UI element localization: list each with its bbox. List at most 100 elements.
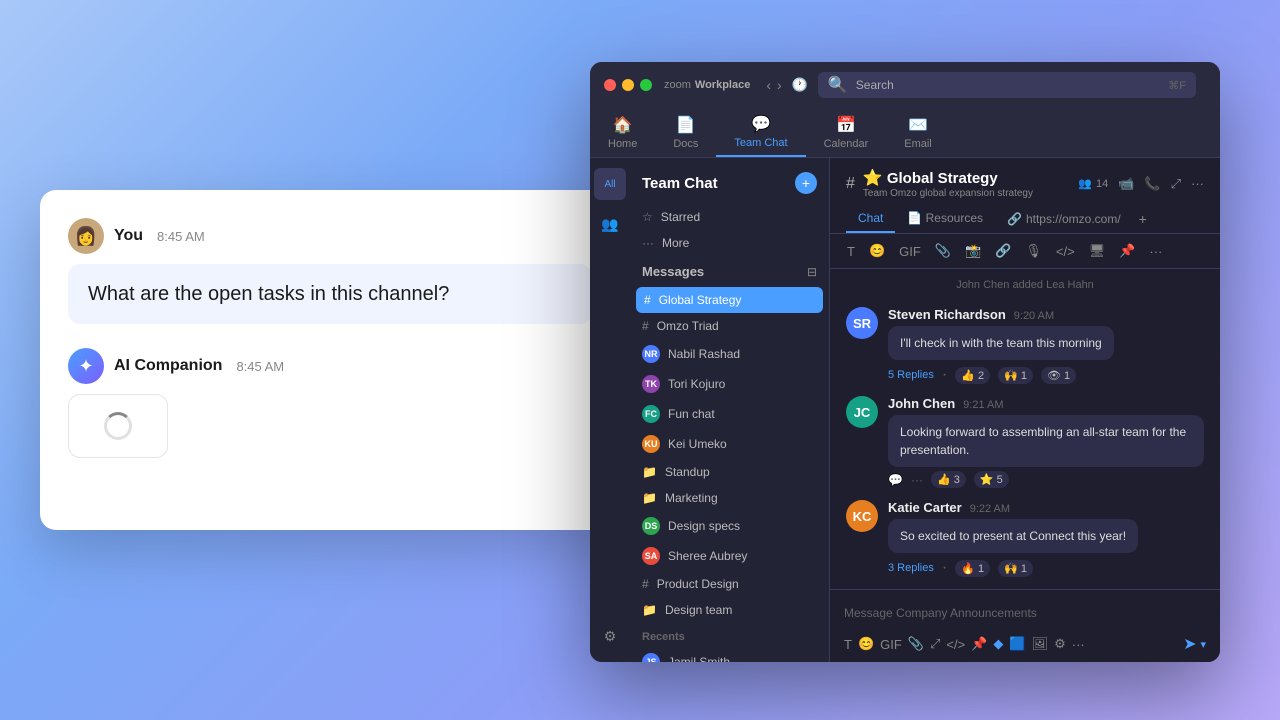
gif-icon[interactable]: GIF	[896, 241, 924, 262]
back-arrow[interactable]: ‹	[766, 77, 771, 93]
channel-item-standup[interactable]: 📁 Standup	[630, 459, 829, 485]
input-code-icon[interactable]: </>	[946, 637, 965, 652]
channel-list-scroll[interactable]: # Global Strategy # Omzo Triad NR Nabil …	[630, 287, 829, 662]
link2-icon[interactable]: 🔗	[992, 240, 1014, 262]
tab-chat[interactable]: Chat	[846, 205, 895, 233]
reaction-fire[interactable]: 👍 3	[931, 471, 966, 488]
input-gear-icon[interactable]: ⚙	[1054, 636, 1066, 652]
nav-email[interactable]: ✉️ Email	[886, 108, 950, 157]
text-format-icon[interactable]: T	[844, 241, 858, 262]
input-img-icon[interactable]: 🖼	[1032, 636, 1049, 652]
replies-katie[interactable]: 3 Replies	[888, 562, 934, 574]
tab-resources[interactable]: 📄 Resources	[895, 205, 995, 233]
channel-label: Design specs	[668, 519, 740, 533]
msg-time-john: 9:21 AM	[963, 399, 1003, 411]
reaction-star[interactable]: ⭐ 5	[974, 471, 1009, 488]
nav-calendar[interactable]: 📅 Calendar	[806, 108, 887, 157]
chat-input-placeholder[interactable]: Message Company Announcements	[844, 598, 1206, 628]
channel-starred[interactable]: ☆ Starred	[630, 204, 829, 230]
input-expand-icon[interactable]: ⤢	[930, 636, 940, 652]
channel-item-global-strategy[interactable]: # Global Strategy	[636, 287, 823, 313]
add-channel-button[interactable]: +	[795, 172, 817, 194]
attachment-icon[interactable]: 📎	[932, 240, 954, 262]
reaction-clap[interactable]: 🙌 1	[998, 367, 1033, 384]
reaction-clap-katie[interactable]: 🙌 1	[998, 560, 1033, 577]
channel-label: Product Design	[657, 577, 739, 591]
channel-item-nabil-rashad[interactable]: NR Nabil Rashad	[630, 339, 829, 369]
channel-item-omzo-triad[interactable]: # Omzo Triad	[630, 313, 829, 339]
channel-item-design-specs[interactable]: DS Design specs	[630, 511, 829, 541]
channel-more[interactable]: ··· More	[630, 230, 829, 256]
channel-item-jamil-smith[interactable]: JS Jamil Smith	[630, 647, 829, 662]
message-group-katie: KC Katie Carter 9:22 AM So excited to pr…	[846, 500, 1204, 577]
chat-header-actions: 👥 14 📹 📞 ⤢ ···	[1078, 176, 1204, 192]
filter-icon[interactable]: ⊟	[807, 265, 817, 279]
sidebar-all-icon[interactable]: All	[594, 168, 626, 200]
team-chat-icon: 💬	[751, 114, 771, 134]
add-tab-button[interactable]: +	[1133, 211, 1153, 227]
reaction-eye[interactable]: 👁 1	[1041, 367, 1076, 384]
more-options-icon[interactable]: ···	[1191, 176, 1204, 191]
input-app-icon[interactable]: 🟦	[1009, 636, 1025, 652]
history-icon[interactable]: 🕐	[792, 77, 808, 93]
messages-area[interactable]: SR Steven Richardson 9:20 AM I'll check …	[830, 297, 1220, 589]
input-blue-icon[interactable]: ◆	[993, 636, 1003, 652]
system-message: John Chen added Lea Hahn	[830, 269, 1220, 297]
action-more[interactable]: ···	[911, 473, 923, 487]
screenshot-icon[interactable]: 📸	[962, 240, 984, 262]
ai-companion-icon: ✦	[68, 348, 104, 384]
channel-label: Global Strategy	[659, 293, 742, 307]
screen-icon[interactable]: 🖥	[1086, 240, 1109, 262]
nav-team-chat[interactable]: 💬 Team Chat	[716, 108, 805, 157]
channel-item-tori-kojuro[interactable]: TK Tori Kojuro	[630, 369, 829, 399]
emoji-icon[interactable]: 😊	[866, 240, 888, 262]
expand-icon[interactable]: ⤢	[1171, 176, 1181, 192]
dot-sep: ·	[942, 559, 947, 577]
tab-link[interactable]: 🔗 https://omzo.com/	[995, 206, 1133, 232]
nav-calendar-label: Calendar	[824, 138, 869, 150]
channel-item-sheree-aubrey[interactable]: SA Sheree Aubrey	[630, 541, 829, 571]
maximize-button[interactable]	[640, 79, 652, 91]
channel-item-kei-umeko[interactable]: KU Kei Umeko	[630, 429, 829, 459]
forward-arrow[interactable]: ›	[777, 77, 782, 93]
replies-steven[interactable]: 5 Replies	[888, 369, 934, 381]
input-emoji-icon[interactable]: 😊	[858, 636, 874, 652]
send-icon[interactable]: ➤	[1183, 634, 1196, 654]
video-icon[interactable]: 📹	[1118, 176, 1134, 192]
docs-icon: 📄	[676, 115, 696, 135]
reaction-thumbs[interactable]: 👍 2	[955, 367, 990, 384]
top-nav: 🏠 Home 📄 Docs 💬 Team Chat 📅 Calendar ✉️ …	[590, 108, 1220, 158]
channel-item-design-team[interactable]: 📁 Design team	[630, 597, 829, 623]
input-text-icon[interactable]: T	[844, 637, 852, 652]
reaction-fire-katie[interactable]: 🔥 1	[955, 560, 990, 577]
nav-docs[interactable]: 📄 Docs	[655, 108, 716, 157]
phone-icon[interactable]: 📞	[1144, 176, 1160, 192]
action-comment[interactable]: 💬	[888, 473, 903, 487]
zoom-app-window: zoom Workplace ‹ › 🕐 🔍 Search ⌘F 🏠 Home …	[590, 62, 1220, 662]
messages-label: Messages	[642, 264, 704, 279]
input-more-icon[interactable]: ···	[1072, 637, 1085, 652]
code-icon[interactable]: </>	[1053, 241, 1078, 262]
email-icon: ✉️	[908, 115, 928, 135]
send-dropdown[interactable]: ▾	[1200, 638, 1206, 651]
channel-item-product-design[interactable]: # Product Design	[630, 571, 829, 597]
sidebar-dms-icon[interactable]: 👥	[594, 208, 626, 240]
search-bar[interactable]: 🔍 Search ⌘F	[818, 72, 1196, 98]
pin-icon[interactable]: 📌	[1116, 240, 1138, 262]
channel-item-marketing[interactable]: 📁 Marketing	[630, 485, 829, 511]
channel-item-fun-chat[interactable]: FC Fun chat	[630, 399, 829, 429]
input-pin-icon[interactable]: 📌	[971, 636, 987, 652]
msg-author-katie: Katie Carter	[888, 500, 962, 515]
folder-icon: 📁	[642, 603, 657, 617]
minimize-button[interactable]	[622, 79, 634, 91]
recents-label: Recents	[630, 623, 829, 647]
audio-icon[interactable]: 🎙	[1022, 240, 1045, 262]
close-button[interactable]	[604, 79, 616, 91]
user-name: You	[114, 227, 143, 245]
input-gif-icon[interactable]: GIF	[880, 637, 902, 652]
chat-toolbar: T 😊 GIF 📎 📸 🔗 🎙 </> 🖥 📌 ···	[830, 234, 1220, 269]
sidebar-settings-icon[interactable]: ⚙	[594, 620, 626, 652]
more-tools-icon[interactable]: ···	[1146, 241, 1165, 262]
input-attachment-icon[interactable]: 📎	[908, 636, 924, 652]
nav-home[interactable]: 🏠 Home	[590, 108, 655, 157]
